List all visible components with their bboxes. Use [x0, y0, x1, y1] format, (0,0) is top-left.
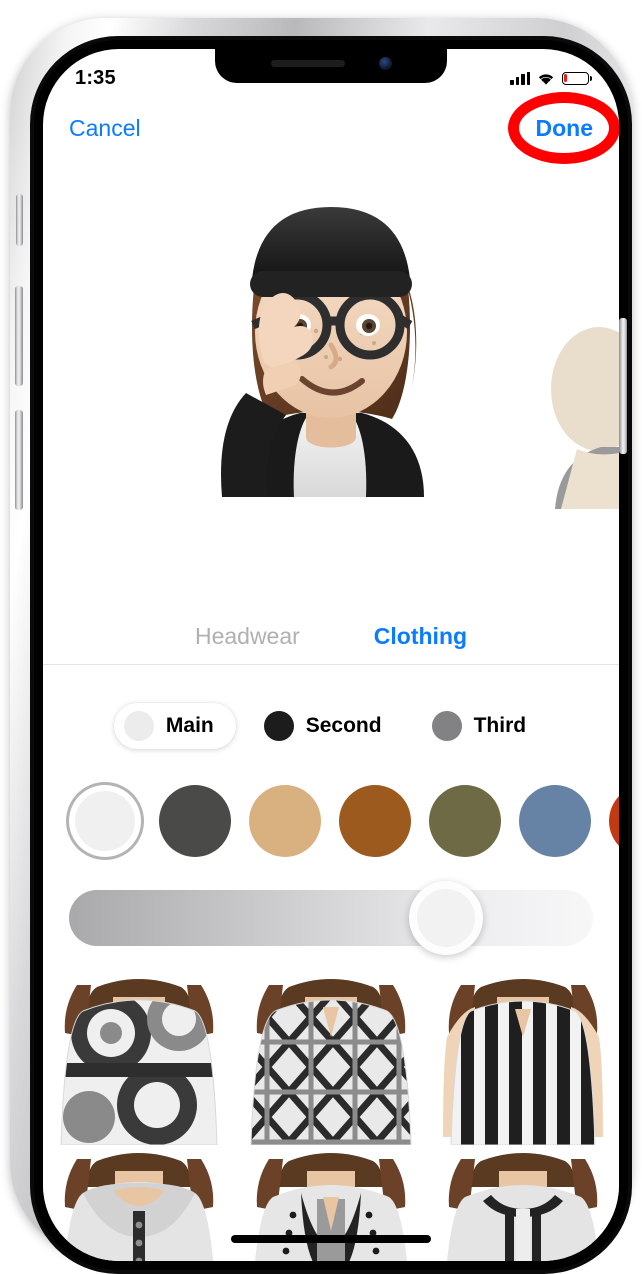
tab-clothing[interactable]: Clothing — [372, 623, 469, 650]
clothing-lattice-top[interactable] — [235, 967, 427, 1147]
earpiece-speaker-icon — [270, 59, 345, 67]
memoji-preview[interactable] — [166, 167, 496, 497]
phone-frame: 1:35 Cancel Done Headwear Clothing Main … — [10, 18, 632, 1274]
layer-chip-third[interactable]: Third — [422, 703, 549, 749]
color-swatch-3[interactable] — [339, 785, 411, 857]
status-time: 1:35 — [75, 66, 116, 89]
power-button[interactable] — [619, 318, 627, 454]
clothing-trim-jacket[interactable] — [427, 1147, 619, 1261]
color-swatch-6[interactable] — [609, 785, 619, 857]
layer-chip-main[interactable]: Main — [113, 703, 236, 749]
volume-up-button[interactable] — [15, 286, 23, 386]
mute-switch[interactable] — [16, 194, 23, 246]
layer-swatch-second — [263, 711, 294, 741]
layer-swatch-main — [123, 711, 154, 741]
color-swatch-4[interactable] — [429, 785, 501, 857]
memoji-next-preview[interactable] — [547, 309, 619, 509]
color-swatch-inner — [75, 791, 135, 851]
category-tabs: Headwear Clothing — [43, 609, 619, 665]
cellular-bars-icon — [510, 71, 530, 85]
battery-low-icon — [562, 71, 592, 85]
volume-down-button[interactable] — [15, 410, 23, 510]
memoji-preview-area — [43, 159, 619, 609]
color-layer-selector: Main Second Third — [43, 689, 619, 763]
tab-headwear[interactable]: Headwear — [193, 623, 302, 650]
clothing-circles-dress[interactable] — [43, 967, 235, 1147]
clothing-striped-dress[interactable] — [427, 967, 619, 1147]
layer-label-main: Main — [165, 714, 214, 737]
color-swatch-1[interactable] — [159, 785, 231, 857]
notch — [215, 49, 447, 83]
layer-label-second: Second — [305, 714, 382, 737]
done-button-wrapper: Done — [508, 92, 619, 164]
layer-chip-second[interactable]: Second — [254, 703, 404, 749]
clothing-hoodie[interactable] — [43, 1147, 235, 1261]
status-icons — [510, 71, 592, 86]
color-swatch-row[interactable] — [43, 771, 619, 871]
color-swatch-2[interactable] — [249, 785, 321, 857]
phone-screen: 1:35 Cancel Done Headwear Clothing Main … — [43, 49, 619, 1261]
color-swatch-0[interactable] — [69, 785, 141, 857]
layer-swatch-third — [431, 711, 462, 741]
shade-slider-thumb[interactable] — [409, 881, 484, 955]
clothing-studded-jacket[interactable] — [235, 1147, 427, 1261]
color-swatch-5[interactable] — [519, 785, 591, 857]
done-button[interactable]: Done — [536, 115, 594, 142]
cancel-button[interactable]: Cancel — [69, 115, 141, 142]
navigation-bar: Cancel Done — [43, 92, 619, 164]
wifi-icon — [538, 73, 554, 85]
shade-slider-row — [43, 875, 619, 961]
shade-slider-track[interactable] — [69, 881, 593, 955]
front-camera-icon — [378, 56, 392, 70]
home-indicator — [231, 1235, 431, 1243]
clothing-options-grid — [43, 967, 619, 1261]
layer-label-third: Third — [473, 714, 527, 737]
